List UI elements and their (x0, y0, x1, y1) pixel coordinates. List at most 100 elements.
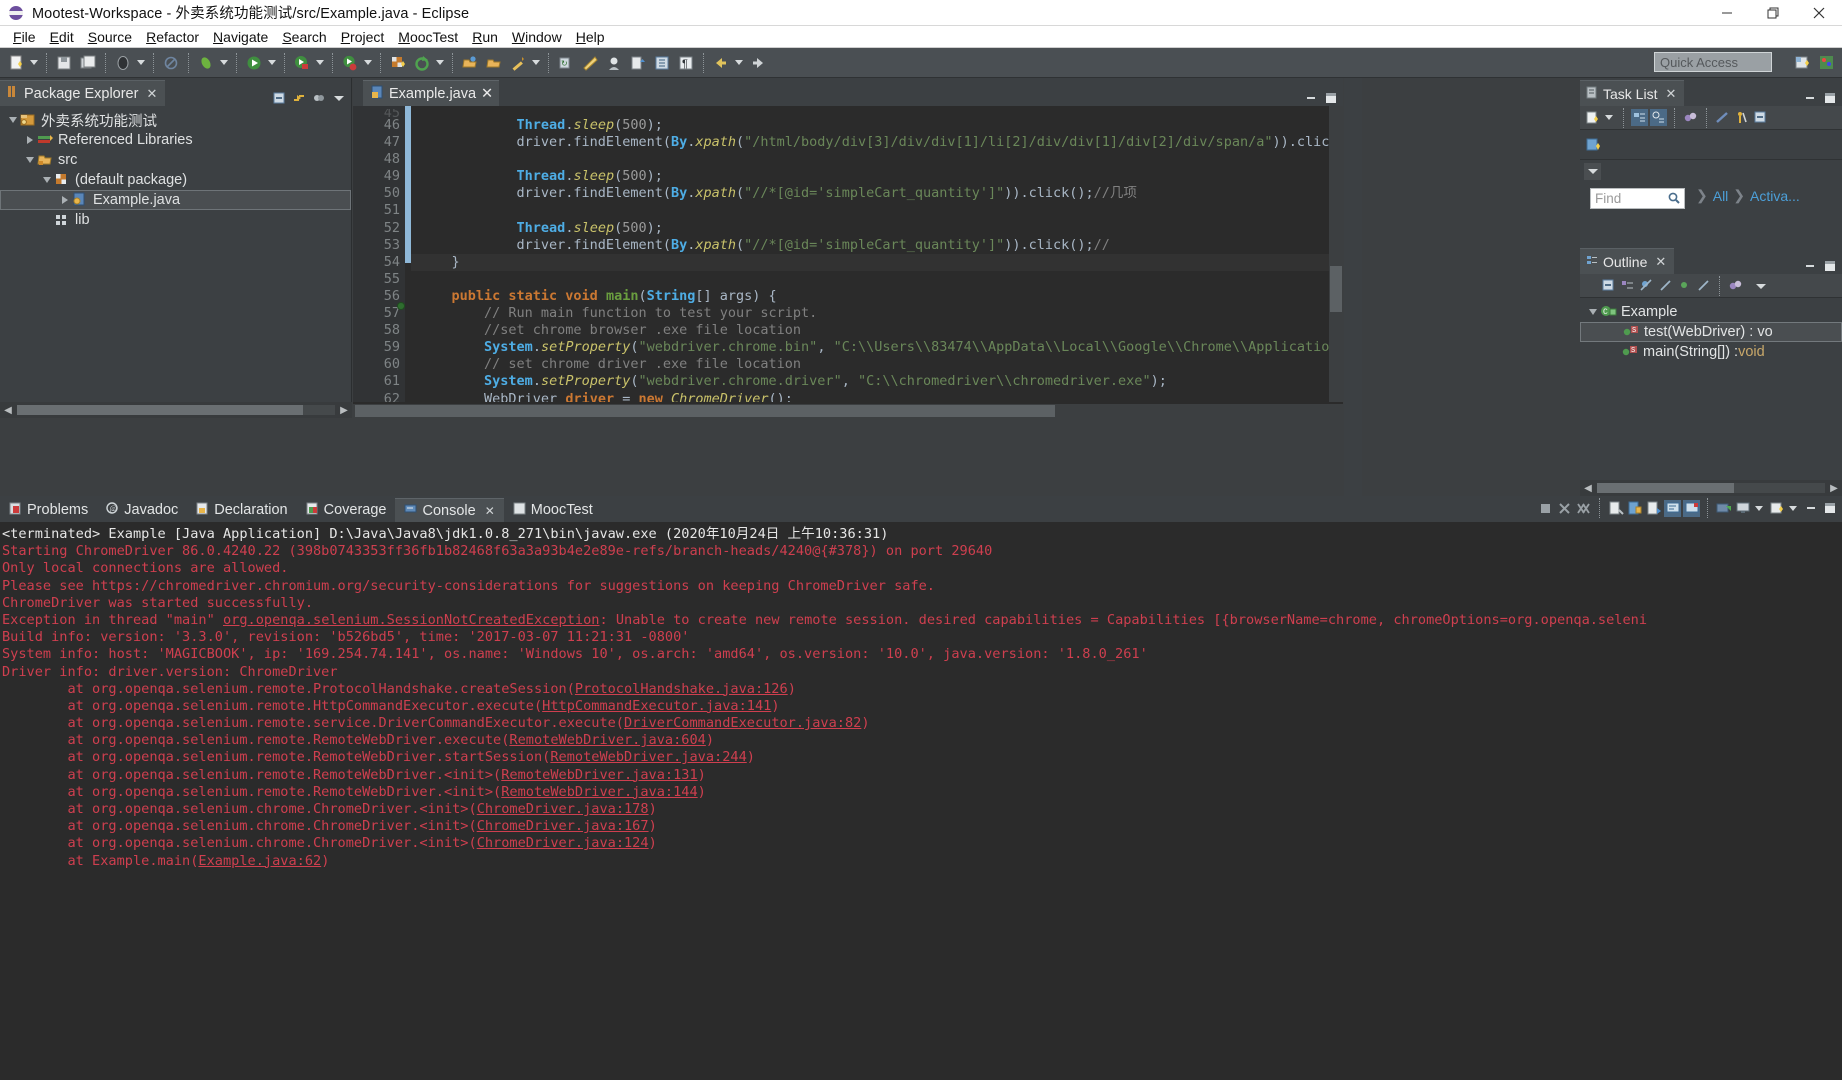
quick-access-input[interactable]: Quick Access (1654, 52, 1772, 72)
collapse-all-icon[interactable] (1752, 109, 1769, 126)
console-stacktrace-link[interactable]: RemoteWebDriver.java:604 (509, 732, 705, 748)
tree-item-default-package[interactable]: (default package) (0, 170, 351, 190)
tree-item-[interactable]: 外卖系统功能测试 (0, 110, 351, 130)
console-stacktrace-link[interactable]: ChromeDriver.java:178 (477, 801, 649, 817)
back-icon[interactable] (711, 53, 731, 73)
toggle-block-selection-icon[interactable] (652, 53, 672, 73)
tab-coverage[interactable]: Coverage (297, 498, 396, 522)
minimize-icon[interactable] (1302, 89, 1319, 106)
forward-icon[interactable] (748, 53, 768, 73)
debug-icon[interactable] (196, 53, 216, 73)
pin-console-icon[interactable] (1664, 500, 1681, 517)
twisty-expanded-icon[interactable] (40, 173, 54, 187)
new-wizard-dropdown-icon[interactable] (28, 53, 39, 73)
menu-item-search[interactable]: Search (275, 28, 333, 46)
code-line[interactable]: Thread.sleep(500); (411, 117, 1343, 134)
focus-icon[interactable] (1714, 109, 1731, 126)
hide-nonpublic-icon[interactable] (1676, 277, 1693, 294)
editor-hscrollbar[interactable] (353, 404, 1343, 418)
scroll-lock-icon[interactable] (1626, 500, 1643, 517)
tab-outline[interactable]: Outline ✕ (1580, 248, 1674, 274)
console-stacktrace-link[interactable]: HttpCommandExecutor.java:141 (542, 698, 771, 714)
coverage-dropdown-icon[interactable] (314, 53, 325, 73)
code-line[interactable]: System.setProperty("webdriver.chrome.bin… (411, 339, 1343, 356)
code-area[interactable]: 45464748495051525354555657585960616263 T… (353, 106, 1343, 402)
save-all-icon[interactable] (78, 53, 98, 73)
code-line[interactable]: Thread.sleep(500); (411, 168, 1343, 185)
dropdown-arrow-icon[interactable] (1603, 108, 1614, 128)
code-line[interactable] (411, 109, 1343, 117)
menu-item-source[interactable]: Source (81, 28, 139, 46)
code-line[interactable]: driver.findElement(By.xpath("/html/body/… (411, 134, 1343, 151)
scroll-left-icon[interactable]: ◀ (1580, 480, 1596, 496)
package-explorer-tree[interactable]: 外卖系统功能测试Referenced Librariessrc(default … (0, 106, 351, 378)
scroll-right-icon[interactable]: ▶ (336, 402, 352, 418)
tab-mooctest[interactable]: MoocTest (504, 498, 602, 522)
word-wrap-icon[interactable] (1645, 500, 1662, 517)
code-line[interactable] (411, 271, 1343, 288)
restore-icon[interactable] (1750, 0, 1796, 26)
tab-console[interactable]: Console✕ (395, 498, 503, 522)
menu-item-file[interactable]: File (6, 28, 43, 46)
tree-item-lib[interactable]: lib (0, 210, 351, 230)
menu-item-window[interactable]: Window (505, 28, 569, 46)
close-icon[interactable]: ✕ (146, 86, 157, 102)
menu-item-edit[interactable]: Edit (43, 28, 81, 46)
console-stacktrace-link[interactable]: RemoteWebDriver.java:244 (550, 749, 746, 765)
outline-item-example[interactable]: CExample (1580, 302, 1842, 322)
link-with-editor-icon[interactable] (290, 89, 307, 106)
external-tools-dropdown-icon[interactable] (434, 53, 445, 73)
close-icon[interactable] (1796, 0, 1842, 26)
code-line[interactable] (411, 151, 1343, 168)
clear-console-icon[interactable] (1607, 500, 1624, 517)
collapse-all-icon[interactable] (270, 89, 287, 106)
print-dropdown-icon[interactable] (135, 53, 146, 73)
tree-item-example-java[interactable]: Example.java (0, 190, 351, 210)
twisty-expanded-icon[interactable] (1586, 305, 1600, 319)
source-code[interactable]: Thread.sleep(500); driver.findElement(By… (411, 106, 1343, 402)
view-menu-icon[interactable] (330, 89, 347, 106)
console-stacktrace-link[interactable]: DriverCommandExecutor.java:82 (624, 715, 861, 731)
remove-all-launches-icon[interactable] (1575, 500, 1592, 517)
view-menu-icon[interactable] (1584, 163, 1601, 180)
run-error-icon[interactable] (340, 53, 360, 73)
run-dropdown-icon[interactable] (266, 53, 277, 73)
console-stacktrace-link[interactable]: RemoteWebDriver.java:144 (501, 784, 697, 800)
back-dropdown-icon[interactable] (733, 53, 744, 73)
code-line[interactable]: //set chrome browser .exe file location (411, 322, 1343, 339)
console-stacktrace-link[interactable]: RemoteWebDriver.java:131 (501, 767, 697, 783)
maximize-icon[interactable] (1821, 89, 1838, 106)
outline-item-main-string[interactable]: Smain(String[]) : void (1580, 342, 1842, 362)
code-line[interactable]: public static void main(String[] args) { (411, 288, 1343, 305)
code-line[interactable] (411, 202, 1343, 219)
maximize-icon[interactable] (1821, 257, 1838, 274)
new-wizard-icon[interactable] (6, 53, 26, 73)
code-line[interactable]: Thread.sleep(500); (411, 220, 1343, 237)
console-stacktrace-link[interactable]: Example.java:62 (198, 853, 321, 869)
code-line[interactable]: driver.findElement(By.xpath("//*[@id='si… (411, 185, 1343, 202)
java-perspective-icon[interactable] (1816, 52, 1836, 72)
close-icon[interactable]: ✕ (1655, 254, 1666, 270)
collapse-all-icon[interactable] (1600, 277, 1617, 294)
menu-item-refactor[interactable]: Refactor (139, 28, 206, 46)
code-line[interactable]: WebDriver driver = new ChromeDriver(); (411, 391, 1343, 403)
hide-local-types-icon[interactable] (1695, 277, 1712, 294)
code-line[interactable]: driver.findElement(By.xpath("//*[@id='si… (411, 237, 1343, 254)
open-editor-icon[interactable] (628, 53, 648, 73)
maximize-icon[interactable] (1322, 89, 1339, 106)
menu-item-project[interactable]: Project (334, 28, 392, 46)
terminate-icon[interactable] (1537, 500, 1554, 517)
menu-item-help[interactable]: Help (569, 28, 612, 46)
link-all[interactable]: All (1713, 188, 1729, 204)
twisty-collapsed-icon[interactable] (23, 133, 37, 147)
scroll-left-icon[interactable]: ◀ (0, 402, 16, 418)
scroll-track[interactable] (17, 405, 335, 415)
search-dropdown-icon[interactable] (530, 53, 541, 73)
code-line[interactable]: // Run main function to test your script… (411, 305, 1343, 322)
menu-item-run[interactable]: Run (465, 28, 505, 46)
tab-problems[interactable]: Problems (0, 498, 97, 522)
console-stacktrace-link[interactable]: ChromeDriver.java:124 (477, 835, 649, 851)
view-menu-icon[interactable] (1752, 277, 1769, 294)
minimize-icon[interactable] (1802, 500, 1819, 517)
print-icon[interactable] (113, 53, 133, 73)
